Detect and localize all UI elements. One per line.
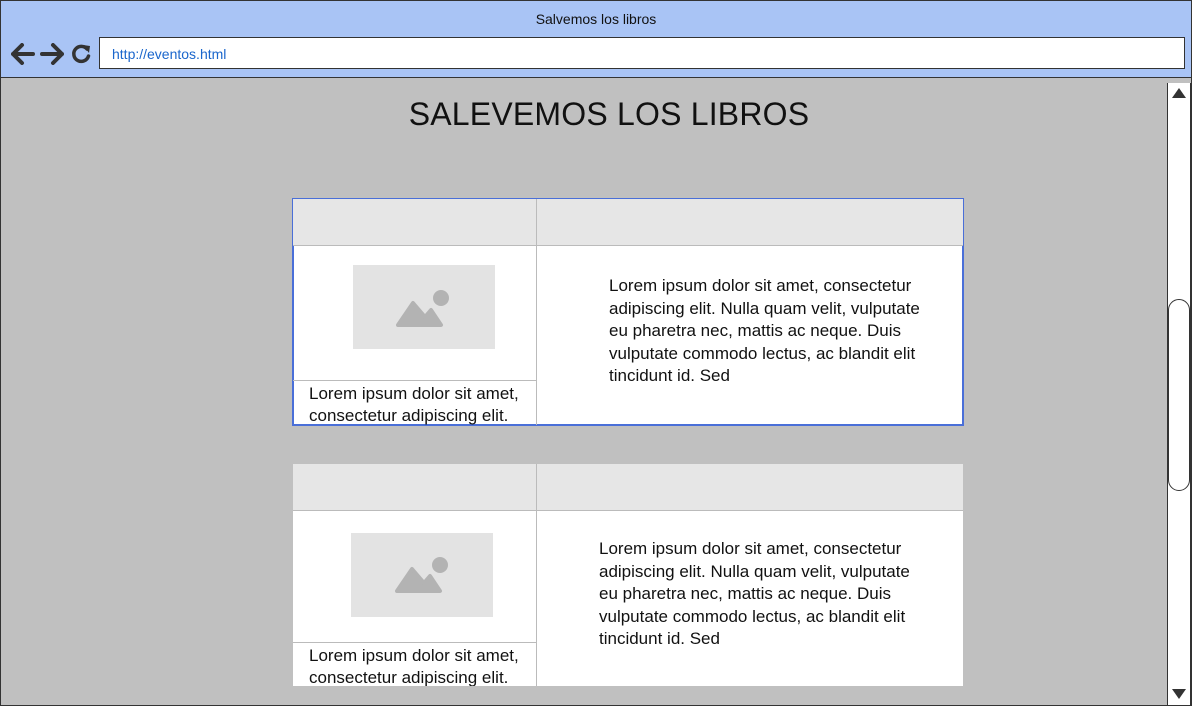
event-description-text: Lorem ipsum dolor sit amet, consectetur … <box>599 539 910 644</box>
page-viewport: SALEVEMOS LOS LIBROS Lorem ipsum dolor s… <box>1 78 1167 705</box>
event-description-text: Lorem ipsum dolor sit amet, consectetur … <box>609 276 920 381</box>
event-caption-text: Lorem ipsum dolor sit amet, consectetur … <box>309 646 519 686</box>
event-caption-text: Lorem ipsum dolor sit amet, consectetur … <box>309 384 519 425</box>
reload-button[interactable] <box>69 41 93 67</box>
event-card[interactable]: Lorem ipsum dolor sit amet, consectetur … <box>293 464 963 686</box>
event-image <box>353 265 495 349</box>
image-placeholder-icon <box>396 290 449 327</box>
event-image <box>351 533 493 617</box>
event-description: Lorem ipsum dolor sit amet, consectetur … <box>609 275 921 381</box>
vertical-scrollbar[interactable] <box>1167 83 1191 705</box>
event-caption: Lorem ipsum dolor sit amet, consectetur … <box>293 642 536 686</box>
header-divider <box>536 199 537 245</box>
image-placeholder-icon <box>395 557 448 593</box>
triangle-down-icon <box>1172 689 1186 699</box>
event-card-header <box>293 464 963 511</box>
scroll-thumb[interactable] <box>1168 299 1190 491</box>
page-title: SALEVEMOS LOS LIBROS <box>408 96 810 132</box>
url-text: http://eventos.html <box>112 46 227 62</box>
arrow-right-icon <box>40 43 64 65</box>
browser-window: Salvemos los libros http://eventos.html … <box>0 0 1192 706</box>
column-divider <box>536 245 537 425</box>
back-button[interactable] <box>10 41 36 67</box>
title-bar: Salvemos los libros http://eventos.html <box>1 1 1191 78</box>
scroll-down-button[interactable] <box>1168 684 1190 704</box>
scroll-up-button[interactable] <box>1168 83 1190 103</box>
event-caption: Lorem ipsum dolor sit amet, consectetur … <box>293 380 536 425</box>
url-input[interactable]: http://eventos.html <box>99 37 1185 69</box>
event-card[interactable]: Lorem ipsum dolor sit amet, consectetur … <box>292 198 964 426</box>
column-divider <box>536 510 537 686</box>
arrow-left-icon <box>11 43 35 65</box>
header-divider <box>536 464 537 510</box>
triangle-up-icon <box>1172 88 1186 98</box>
event-card-header <box>293 199 963 246</box>
forward-button[interactable] <box>39 41 65 67</box>
window-title: Salvemos los libros <box>535 11 657 27</box>
event-description: Lorem ipsum dolor sit amet, consectetur … <box>599 538 911 644</box>
reload-icon <box>72 44 91 64</box>
